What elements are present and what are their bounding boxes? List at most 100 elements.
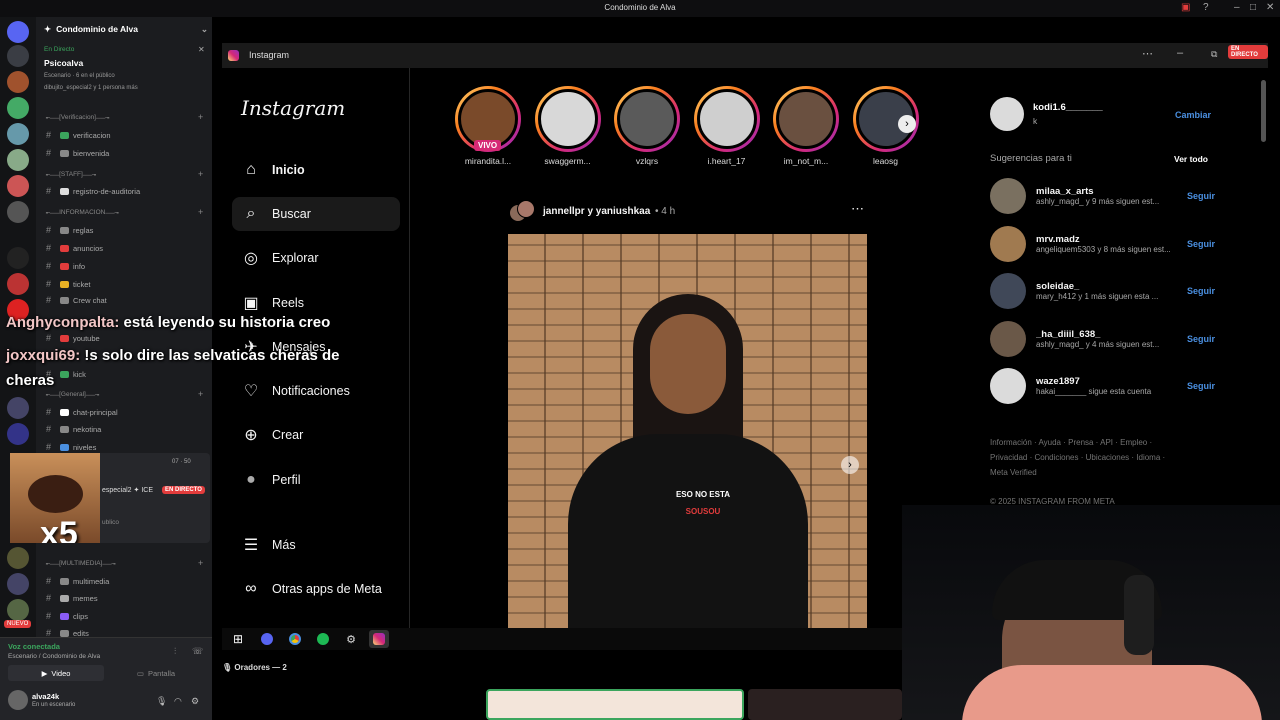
channel-item[interactable]: # info [46,258,85,274]
channel-item[interactable]: # reglas [46,222,93,238]
channel-item[interactable]: # ticket [46,276,91,292]
restore-icon[interactable]: ⧉ [1211,49,1217,60]
server-icon[interactable] [7,599,29,621]
avatar[interactable] [990,225,1026,262]
discord-icon[interactable] [257,630,277,648]
stories-next-icon[interactable]: › [898,115,916,133]
server-icon[interactable] [7,123,29,145]
nav-item-compass[interactable]: ◎ Explorar [242,243,319,273]
add-channel-icon[interactable]: + [198,207,203,217]
channel-category[interactable]: ╾── [Verificacion] ──╼ [46,114,206,122]
windows-start-icon[interactable]: ⊞ [228,630,248,648]
channel-item[interactable]: # Crew chat [46,292,107,308]
nav-item-menu[interactable]: ☰ Más [242,530,296,560]
channel-item[interactable]: # bienvenida [46,145,109,161]
post-author-avatars[interactable] [509,200,535,222]
server-icon[interactable] [7,273,29,295]
video-button[interactable]: ▶ Video [8,665,104,681]
channel-item[interactable]: # youtube [46,330,100,346]
profile-avatar[interactable] [990,97,1024,131]
screen-share-button[interactable]: ▭ Pantalla [108,665,204,681]
server-icon[interactable] [7,175,29,197]
channel-item[interactable]: # chat-principal [46,404,118,420]
help-icon[interactable]: ? [1203,2,1209,13]
suggestion-username[interactable]: mrv.madz [1036,234,1181,245]
disconnect-icon[interactable]: ☏ [192,646,203,657]
server-icon[interactable] [7,97,29,119]
settings-icon[interactable]: ⚙ [341,630,361,648]
speaker-tile[interactable] [486,689,744,720]
channel-item[interactable]: # registro-de-auditoria [46,183,140,199]
close-icon[interactable]: ✕ [198,45,205,54]
channel-category[interactable]: ╾── INFORMACION ──╼ [46,209,206,217]
channel-item[interactable]: # anuncios [46,240,103,256]
nav-item-meta[interactable]: ∞ Otras apps de Meta [242,574,381,604]
gear-icon[interactable]: ⚙ [191,696,199,707]
post-author[interactable]: jannellpr y yaniushkaa [543,206,650,217]
footer-links-3[interactable]: Meta Verified [990,468,1037,477]
story-item[interactable]: vzlqrs [614,86,680,166]
suggestion-username[interactable]: waze1897 [1036,376,1181,387]
channel-category[interactable]: ╾── [MULTIMEDIA] ──╼ [46,560,206,568]
story-item[interactable]: swaggerm... [534,86,601,166]
avatar[interactable] [990,320,1026,357]
minimize-icon[interactable]: – [1177,47,1183,59]
post-image[interactable]: ESO NO ESTA SOUSOU › [508,234,867,628]
suggestion-username[interactable]: _ha_diiil_638_ [1036,329,1181,340]
close-window-icon[interactable]: ✕ [1266,2,1274,13]
server-icon[interactable] [7,397,29,419]
avatar[interactable] [990,273,1026,309]
server-icon[interactable] [7,547,29,569]
server-icon[interactable] [7,201,29,223]
post-options-icon[interactable]: ⋯ [851,201,864,217]
nav-item-heart[interactable]: ♡ Notificaciones [242,376,350,406]
avatar[interactable] [8,690,28,710]
footer-links[interactable]: Información · Ayuda · Prensa · API · Emp… [990,438,1152,447]
channel-item[interactable]: # multimedia [46,573,109,589]
maximize-icon[interactable]: □ [1250,2,1256,13]
server-icon[interactable] [7,423,29,445]
nav-item-search[interactable]: ⌕ Buscar [242,199,311,229]
follow-button[interactable]: Seguir [1187,286,1215,296]
server-icon[interactable] [7,149,29,171]
story-item[interactable]: im_not_m... [773,86,839,166]
speaker-tile[interactable] [748,689,902,720]
scrollbar[interactable] [1261,80,1266,142]
channel-category[interactable]: ╾── [General] ──╼ [46,391,206,399]
see-all-link[interactable]: Ver todo [1174,154,1208,164]
switch-account-link[interactable]: Cambiar [1175,110,1211,120]
add-channel-icon[interactable]: + [198,389,203,399]
channel-category[interactable]: ╾── [STAFF] ──╼ [46,171,206,179]
server-icon[interactable] [7,573,29,595]
server-header[interactable]: ✦ Condominio de Alva ⌄ [44,22,208,36]
nav-item-avatar[interactable]: ● Perfil [242,465,300,495]
follow-button[interactable]: Seguir [1187,334,1215,344]
minimize-icon[interactable]: – [1234,2,1240,13]
add-channel-icon[interactable]: + [198,169,203,179]
suggestion-username[interactable]: milaa_x_arts [1036,186,1181,197]
server-icon[interactable] [7,247,29,269]
headphones-icon[interactable]: ◠ [174,696,182,707]
sound-icon[interactable]: ⫶ [174,646,176,657]
mic-icon[interactable]: 🎙 [156,696,167,707]
stage-name[interactable]: Psicoalva [44,58,83,68]
profile-username[interactable]: kodi1.6_______ [1033,102,1103,113]
channel-item[interactable]: # memes [46,590,98,606]
suggestion-username[interactable]: soleidae_ [1036,281,1181,292]
chrome-icon[interactable] [285,630,305,648]
inbox-icon[interactable]: ▣ [1181,2,1190,13]
channel-item[interactable]: # nekotina [46,421,101,437]
server-icon[interactable] [7,45,29,67]
follow-button[interactable]: Seguir [1187,239,1215,249]
story-item[interactable]: i.heart_17 [693,86,760,166]
follow-button[interactable]: Seguir [1187,381,1215,391]
footer-links-2[interactable]: Privacidad · Condiciones · Ubicaciones ·… [990,453,1165,462]
more-icon[interactable]: ⋯ [1142,47,1153,60]
instagram-taskbar-icon[interactable] [369,630,389,648]
follow-button[interactable]: Seguir [1187,191,1215,201]
avatar[interactable] [990,178,1026,214]
story-item[interactable]: VIVO mirandita.l... [455,86,521,166]
instagram-logo[interactable]: Instagram [241,96,345,120]
spotify-icon[interactable] [313,630,333,648]
server-icon[interactable] [7,21,29,43]
